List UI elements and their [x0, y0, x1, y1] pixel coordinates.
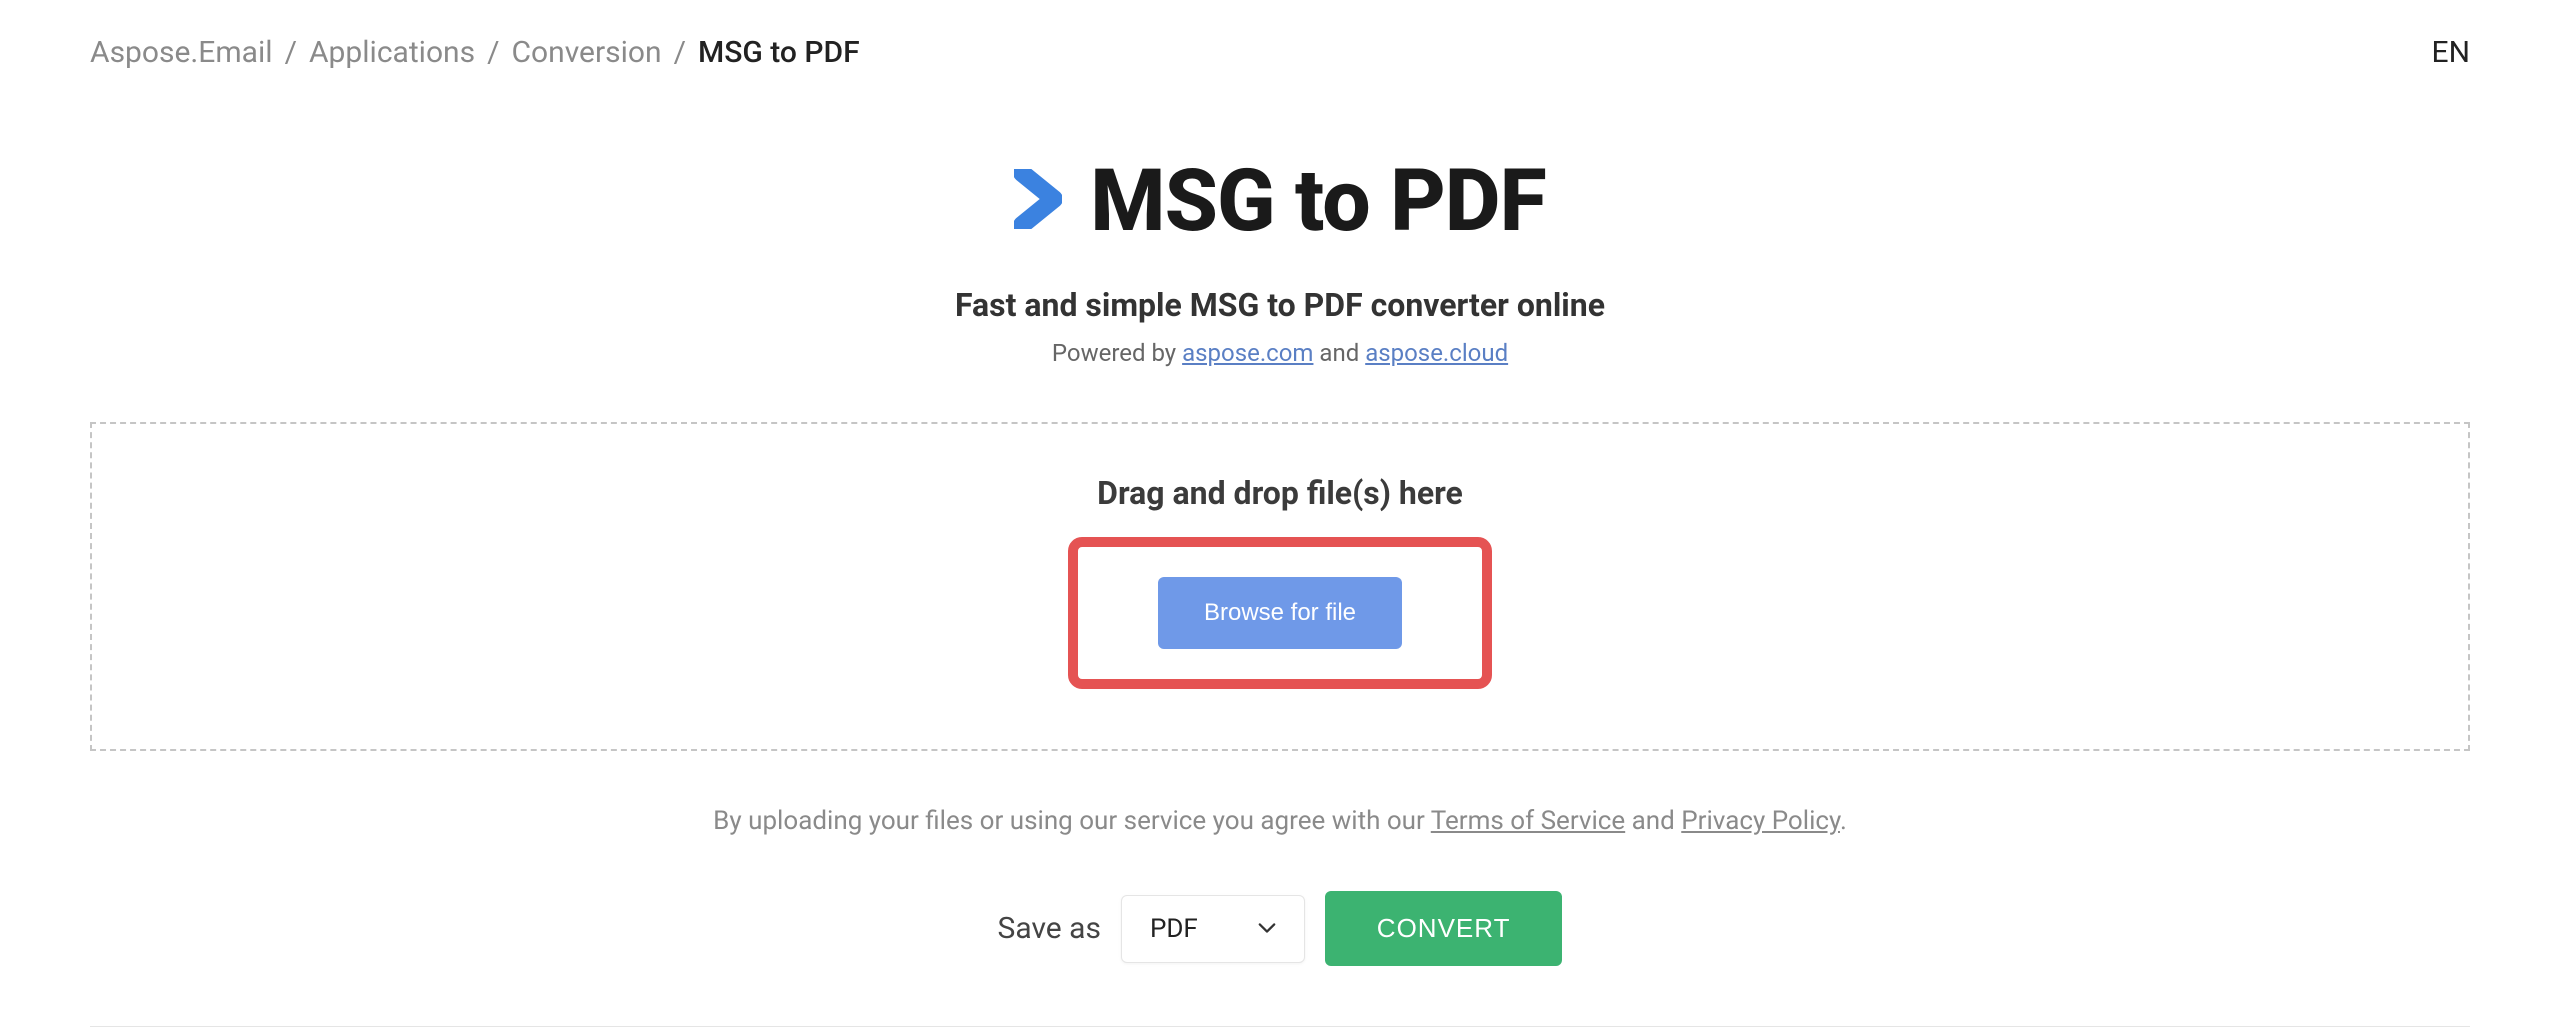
- highlight-annotation: Browse for file: [1068, 537, 1492, 689]
- conversion-controls: Save as PDF CONVERT: [0, 891, 2560, 966]
- save-as-label: Save as: [998, 911, 1101, 946]
- format-select[interactable]: PDF: [1121, 895, 1305, 963]
- breadcrumb: Aspose.Email / Applications / Conversion…: [90, 35, 860, 70]
- file-dropzone[interactable]: Drag and drop file(s) here Browse for fi…: [90, 422, 2470, 751]
- dropzone-instruction: Drag and drop file(s) here: [112, 474, 2448, 512]
- hero: MSG to PDF Fast and simple MSG to PDF co…: [0, 150, 2560, 367]
- breadcrumb-current: MSG to PDF: [698, 35, 860, 70]
- breadcrumb-link-applications[interactable]: Applications: [309, 35, 475, 70]
- convert-button[interactable]: CONVERT: [1325, 891, 1563, 966]
- browse-file-button[interactable]: Browse for file: [1158, 577, 1402, 649]
- chevron-right-icon: [1014, 169, 1062, 233]
- privacy-policy-link[interactable]: Privacy Policy: [1681, 806, 1840, 836]
- breadcrumb-link-aspose-email[interactable]: Aspose.Email: [90, 35, 273, 70]
- format-select-value: PDF: [1150, 914, 1198, 944]
- aspose-cloud-link[interactable]: aspose.cloud: [1365, 339, 1508, 367]
- breadcrumb-separator: /: [674, 35, 686, 70]
- page-subtitle: Fast and simple MSG to PDF converter onl…: [0, 286, 2560, 324]
- breadcrumb-separator: /: [487, 35, 499, 70]
- chevron-down-icon: [1258, 919, 1276, 938]
- language-selector[interactable]: EN: [2432, 35, 2470, 70]
- terms-of-service-link[interactable]: Terms of Service: [1431, 806, 1625, 836]
- breadcrumb-link-conversion[interactable]: Conversion: [512, 35, 662, 70]
- aspose-com-link[interactable]: aspose.com: [1182, 339, 1313, 367]
- breadcrumb-separator: /: [285, 35, 297, 70]
- page-title: MSG to PDF: [1090, 150, 1545, 251]
- powered-by-text: Powered by aspose.com and aspose.cloud: [0, 339, 2560, 367]
- terms-agreement-text: By uploading your files or using our ser…: [0, 806, 2560, 836]
